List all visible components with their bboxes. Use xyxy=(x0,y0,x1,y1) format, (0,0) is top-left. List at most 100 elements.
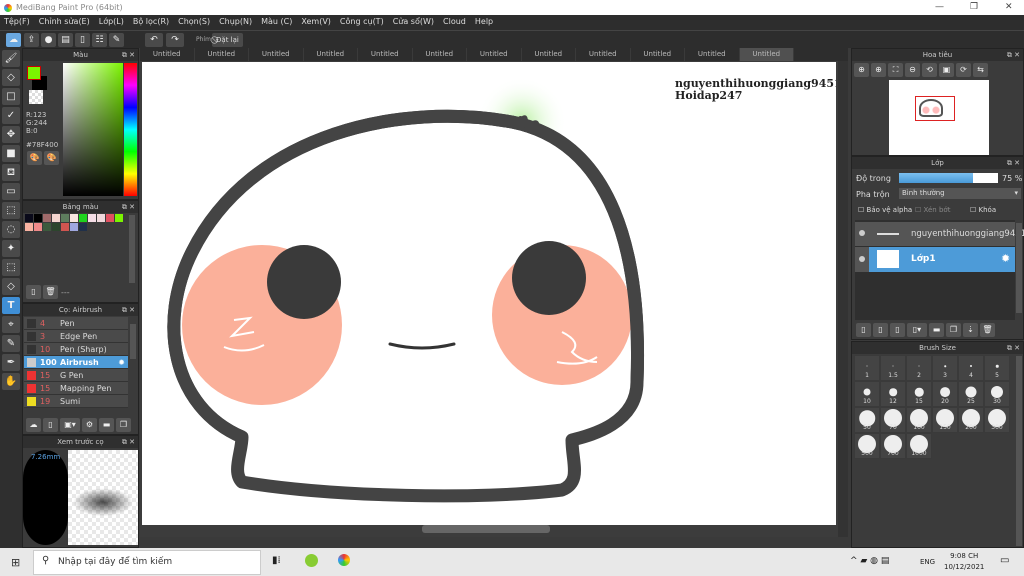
menu-item[interactable]: Lớp(L) xyxy=(99,17,124,30)
rectangle-tool-icon[interactable]: □ xyxy=(2,88,20,105)
brush-size-cell[interactable]: 50 xyxy=(854,407,880,433)
palette-swatch[interactable] xyxy=(115,214,123,222)
brush-size-cell[interactable]: 1 xyxy=(854,355,880,381)
select-tool-icon[interactable]: ⬚ xyxy=(2,202,20,219)
bucket-tool-icon[interactable]: ⛾ xyxy=(2,164,20,181)
brush-size-cell[interactable]: 25 xyxy=(958,381,984,407)
blend-mode-select[interactable]: Bình thường ▾ xyxy=(899,188,1021,199)
eyedropper-tool-icon[interactable]: ✒ xyxy=(2,354,20,371)
brush-size-cell[interactable]: 30 xyxy=(984,381,1010,407)
lock-checkbox[interactable]: ☐ Khóa xyxy=(970,206,996,214)
palette-settings-icon[interactable]: 🎨 xyxy=(44,151,59,165)
magic-wand-tool-icon[interactable]: ✦ xyxy=(2,240,20,257)
palette-swatch[interactable] xyxy=(70,223,78,231)
menu-item[interactable]: Cloud xyxy=(443,17,466,30)
close-icon[interactable]: ⧉ ✕ xyxy=(1007,157,1020,169)
operation-tool-icon[interactable]: ⌖ xyxy=(2,316,20,333)
brush-item[interactable]: 100 Airbrush ✹ xyxy=(24,356,128,369)
merge-layer-icon[interactable]: ⇣ xyxy=(963,323,978,337)
zoom-out-icon[interactable]: ⊖ xyxy=(905,63,920,77)
document-tab[interactable]: Untitled xyxy=(140,48,195,61)
transparent-color-swatch[interactable] xyxy=(29,90,43,104)
zoom-actual-icon[interactable]: ⊕ xyxy=(854,63,869,77)
hand-tool-icon[interactable]: ✋ xyxy=(2,373,20,390)
scrollbar[interactable] xyxy=(130,324,136,359)
dot-tool-icon[interactable]: ✓ xyxy=(2,107,20,124)
close-icon[interactable]: ⧉ ✕ xyxy=(122,304,135,316)
brush-size-cell[interactable]: 10 xyxy=(854,381,880,407)
new-8bit-layer-icon[interactable]: ▯ xyxy=(873,323,888,337)
brush-size-cell[interactable]: 3 xyxy=(932,355,958,381)
edit-icon[interactable]: ✎ xyxy=(109,33,124,47)
document-tab[interactable]: Untitled xyxy=(304,48,358,61)
folder-icon[interactable]: ▬ xyxy=(929,323,944,337)
layer-settings-icon[interactable]: ✹ xyxy=(1001,252,1010,265)
document-tab[interactable]: Untitled xyxy=(413,48,467,61)
clock[interactable]: 9:08 CH 10/12/2021 xyxy=(944,551,984,573)
brush-item[interactable]: 19 Sumi xyxy=(24,395,128,408)
brush-item[interactable]: 10 Pen (Sharp) xyxy=(24,343,128,356)
document-icon[interactable]: ▯ xyxy=(75,33,90,47)
gradient-tool-icon[interactable]: ▭ xyxy=(2,183,20,200)
brush-size-cell[interactable]: 15 xyxy=(906,381,932,407)
brush-size-cell[interactable]: 500 xyxy=(854,433,880,459)
palette-swatch[interactable] xyxy=(106,214,114,222)
windows-start-icon[interactable]: ⊞ xyxy=(11,556,20,569)
foreground-color-swatch[interactable] xyxy=(27,66,41,80)
flip-icon[interactable]: ⇆ xyxy=(973,63,988,77)
brush-size-cell[interactable]: 4 xyxy=(958,355,984,381)
redo-button[interactable]: ↷ xyxy=(166,33,184,47)
menu-item[interactable]: Bộ lọc(R) xyxy=(133,17,169,30)
palette-swatch[interactable] xyxy=(61,223,69,231)
clipping-checkbox[interactable]: ☐ Xén bớt xyxy=(915,206,950,214)
folder-icon[interactable]: ▬ xyxy=(99,418,114,432)
eraser-tool-icon[interactable]: ◇ xyxy=(2,69,20,86)
brush-tool-icon[interactable]: 🖌 xyxy=(2,50,20,67)
brush-size-cell[interactable]: 1.5 xyxy=(880,355,906,381)
new-layer-icon[interactable]: ▯ xyxy=(856,323,871,337)
document-tab[interactable]: Untitled xyxy=(576,48,631,61)
document-tab[interactable]: Untitled xyxy=(358,48,413,61)
brush-size-cell[interactable]: 12 xyxy=(880,381,906,407)
brush-settings-icon[interactable]: ⚙ xyxy=(82,418,97,432)
add-brush-icon[interactable]: ▣▾ xyxy=(60,418,80,432)
new-palette-icon[interactable]: ▯ xyxy=(26,285,41,299)
palette-swatch[interactable] xyxy=(52,223,60,231)
close-icon[interactable]: ⧉ ✕ xyxy=(1007,342,1020,354)
menu-item[interactable]: Chọn(S) xyxy=(178,17,210,30)
zoom-in-icon[interactable]: ⊕ xyxy=(871,63,886,77)
undo-button[interactable]: ↶ xyxy=(145,33,163,47)
search-input[interactable]: ⚲ Nhập tại đây để tìm kiếm xyxy=(33,550,261,575)
palette-icon[interactable]: 🎨 xyxy=(27,151,42,165)
document-tab[interactable]: Untitled xyxy=(522,48,576,61)
close-button[interactable]: ✕ xyxy=(1005,2,1013,12)
document-tab[interactable]: Untitled xyxy=(195,48,249,61)
brush-size-cell[interactable]: 70 xyxy=(880,407,906,433)
cloud-icon[interactable]: ☁ xyxy=(6,33,21,47)
scrollbar[interactable] xyxy=(129,215,135,283)
rotate-right-icon[interactable]: ⟳ xyxy=(956,63,971,77)
canvas[interactable]: nguyenthihuonggiang94512 Hoidap247 xyxy=(142,62,836,525)
move-tool-icon[interactable]: ✥ xyxy=(2,126,20,143)
fill-rect-tool-icon[interactable]: ■ xyxy=(2,145,20,162)
brush-size-cell[interactable]: 150 xyxy=(932,407,958,433)
scrollbar[interactable] xyxy=(1016,223,1022,313)
duplicate-icon[interactable]: ❐ xyxy=(116,418,131,432)
close-icon[interactable]: ⧉ ✕ xyxy=(1007,49,1020,61)
reset-button[interactable]: ⃠Đặt lại xyxy=(212,33,243,47)
brush-size-cell[interactable]: 2 xyxy=(906,355,932,381)
palette-swatch[interactable] xyxy=(25,223,33,231)
protect-alpha-checkbox[interactable]: ☐ Bảo vệ alpha xyxy=(858,206,912,214)
delete-palette-icon[interactable]: 🗑 xyxy=(43,285,58,299)
fit-icon[interactable]: ⛶ xyxy=(888,63,903,77)
palette-swatch[interactable] xyxy=(97,214,105,222)
visibility-icon[interactable] xyxy=(859,256,865,262)
minimize-button[interactable]: — xyxy=(935,2,944,12)
tray-icons[interactable]: ^ ▰ ◍ ▤ xyxy=(850,556,889,566)
brush-size-cell[interactable]: 200 xyxy=(958,407,984,433)
brush-size-cell[interactable]: 300 xyxy=(984,407,1010,433)
palette-swatch[interactable] xyxy=(70,214,78,222)
brush-settings-icon[interactable]: ✹ xyxy=(118,358,125,367)
menu-item[interactable]: Help xyxy=(475,17,493,30)
palette-swatch[interactable] xyxy=(34,214,42,222)
